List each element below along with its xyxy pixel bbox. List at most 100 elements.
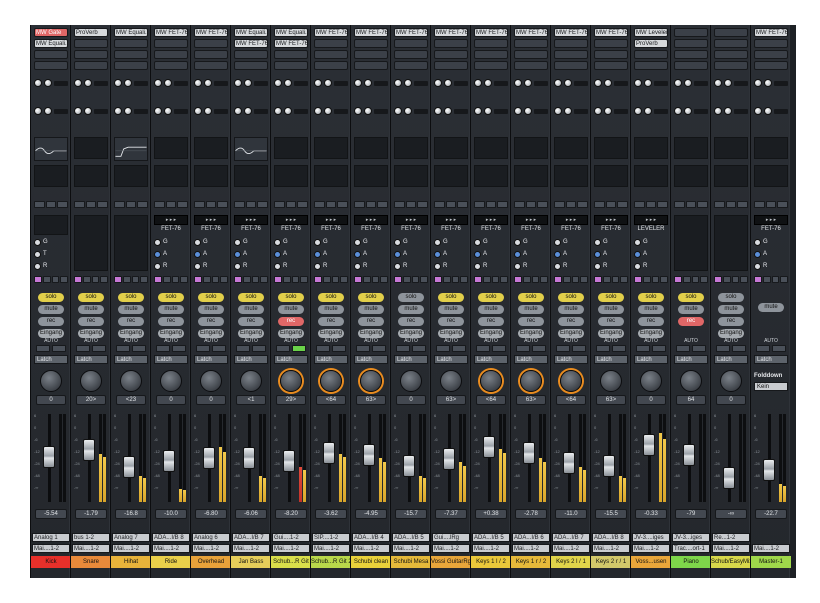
pan-value[interactable]: 20> xyxy=(76,395,106,405)
volume-readout[interactable]: -4.95 xyxy=(355,509,387,519)
output-routing-select[interactable]: Mai....1-2 xyxy=(232,544,270,553)
compressor-knob[interactable] xyxy=(394,250,401,258)
compressor-knob[interactable] xyxy=(594,238,601,246)
send-knob[interactable] xyxy=(164,107,172,115)
automation-mode-select[interactable]: Latch xyxy=(634,355,668,364)
automation-read-button[interactable] xyxy=(636,345,650,352)
routing-button[interactable] xyxy=(300,276,308,283)
send-knob[interactable] xyxy=(714,79,722,87)
volume-readout[interactable]: -8.20 xyxy=(275,509,307,519)
routing-button[interactable] xyxy=(474,276,482,283)
channel-name[interactable]: Schubi clean xyxy=(351,556,391,568)
volume-readout[interactable]: -16.8 xyxy=(115,509,147,519)
send-knob[interactable] xyxy=(434,79,442,87)
automation-read-button[interactable] xyxy=(76,345,90,352)
output-routing-select[interactable]: Mai....1-2 xyxy=(512,544,550,553)
insert-slot[interactable]: MW FET-76 xyxy=(474,28,508,37)
routing-button[interactable] xyxy=(171,276,180,283)
insert-slot[interactable] xyxy=(514,61,548,70)
send-knob[interactable] xyxy=(244,79,252,87)
automation-mode-select[interactable]: Latch xyxy=(674,355,708,364)
send-knob[interactable] xyxy=(604,79,612,87)
automation-read-button[interactable] xyxy=(396,345,410,352)
input-monitor-button[interactable]: Eingang xyxy=(158,329,184,338)
routing-button[interactable] xyxy=(460,276,468,283)
insert-slot[interactable] xyxy=(634,50,668,59)
insert-slot[interactable]: MW FET-76 xyxy=(434,28,468,37)
automation-mode-select[interactable]: Latch xyxy=(594,355,628,364)
volume-fader[interactable] xyxy=(523,442,535,464)
insert-slot[interactable] xyxy=(714,50,748,59)
compressor-knob[interactable] xyxy=(314,238,321,246)
routing-button[interactable] xyxy=(451,276,460,283)
routing-button[interactable] xyxy=(531,276,540,283)
insert-slot[interactable] xyxy=(434,50,468,59)
compressor-knob[interactable] xyxy=(354,262,361,270)
automation-read-button[interactable] xyxy=(676,345,690,352)
automation-write-button[interactable] xyxy=(292,345,306,352)
routing-button[interactable] xyxy=(540,276,548,283)
automation-mode-select[interactable]: Latch xyxy=(274,355,308,364)
volume-fader[interactable] xyxy=(643,434,655,456)
compressor-knob[interactable] xyxy=(194,238,201,246)
routing-button[interactable] xyxy=(497,201,509,208)
routing-button[interactable] xyxy=(500,276,508,283)
routing-button[interactable] xyxy=(274,276,282,283)
compressor-knob[interactable] xyxy=(754,238,761,246)
insert-slot[interactable] xyxy=(394,50,428,59)
automation-write-button[interactable] xyxy=(532,345,546,352)
insert-slot[interactable]: MW Equali... xyxy=(114,28,148,37)
compressor-knob[interactable] xyxy=(194,262,201,270)
channel-name[interactable]: Snare xyxy=(71,556,111,568)
send-knob[interactable] xyxy=(754,107,762,115)
solo-button[interactable]: solo xyxy=(318,293,344,302)
channel-name[interactable]: Jan Bass xyxy=(231,556,271,568)
routing-button[interactable] xyxy=(154,201,165,208)
routing-button[interactable] xyxy=(697,201,709,208)
routing-button[interactable] xyxy=(594,276,602,283)
routing-button[interactable] xyxy=(394,276,402,283)
record-button[interactable]: rec xyxy=(78,317,104,326)
pan-value[interactable]: 0 xyxy=(636,395,666,405)
record-button[interactable]: rec xyxy=(38,317,64,326)
routing-button[interactable] xyxy=(51,276,60,283)
output-routing-select[interactable]: Mai....1-2 xyxy=(432,544,470,553)
send-knob[interactable] xyxy=(84,107,92,115)
send-knob[interactable] xyxy=(44,79,52,87)
insert-slot[interactable] xyxy=(594,50,628,59)
automation-read-button[interactable] xyxy=(316,345,330,352)
insert-slot[interactable] xyxy=(634,61,668,70)
compressor-knob[interactable] xyxy=(234,262,241,270)
send-knob[interactable] xyxy=(314,79,322,87)
send-knob[interactable] xyxy=(74,79,82,87)
routing-button[interactable] xyxy=(354,276,362,283)
routing-button[interactable] xyxy=(565,201,577,208)
automation-write-button[interactable] xyxy=(132,345,146,352)
insert-slot[interactable] xyxy=(34,61,68,70)
insert-slot[interactable] xyxy=(594,61,628,70)
automation-mode-select[interactable]: Latch xyxy=(154,355,188,364)
volume-fader[interactable] xyxy=(123,456,135,478)
routing-button[interactable] xyxy=(60,276,68,283)
insert-slot[interactable] xyxy=(354,61,388,70)
routing-button[interactable] xyxy=(354,201,365,208)
input-routing-select[interactable]: ADA...I/B 6 xyxy=(512,533,550,542)
insert-slot[interactable]: MW FET-76 xyxy=(154,28,188,37)
send-knob[interactable] xyxy=(474,107,482,115)
routing-button[interactable] xyxy=(377,201,389,208)
channel-name[interactable]: Schubi Mesa xyxy=(391,556,431,568)
volume-fader[interactable] xyxy=(83,439,95,461)
automation-read-button[interactable] xyxy=(36,345,50,352)
volume-readout[interactable]: -7.37 xyxy=(435,509,467,519)
insert-slot[interactable] xyxy=(754,50,788,59)
folddown-select[interactable]: Kein xyxy=(754,382,788,391)
solo-button[interactable]: solo xyxy=(678,293,704,302)
record-button[interactable]: rec xyxy=(438,317,464,326)
pan-knob[interactable] xyxy=(560,370,582,392)
routing-button[interactable] xyxy=(417,201,429,208)
input-monitor-button[interactable]: Eingang xyxy=(638,329,664,338)
send-knob[interactable] xyxy=(524,79,532,87)
volume-readout[interactable]: -22.7 xyxy=(755,509,787,519)
solo-button[interactable]: solo xyxy=(718,293,744,302)
solo-button[interactable]: solo xyxy=(518,293,544,302)
